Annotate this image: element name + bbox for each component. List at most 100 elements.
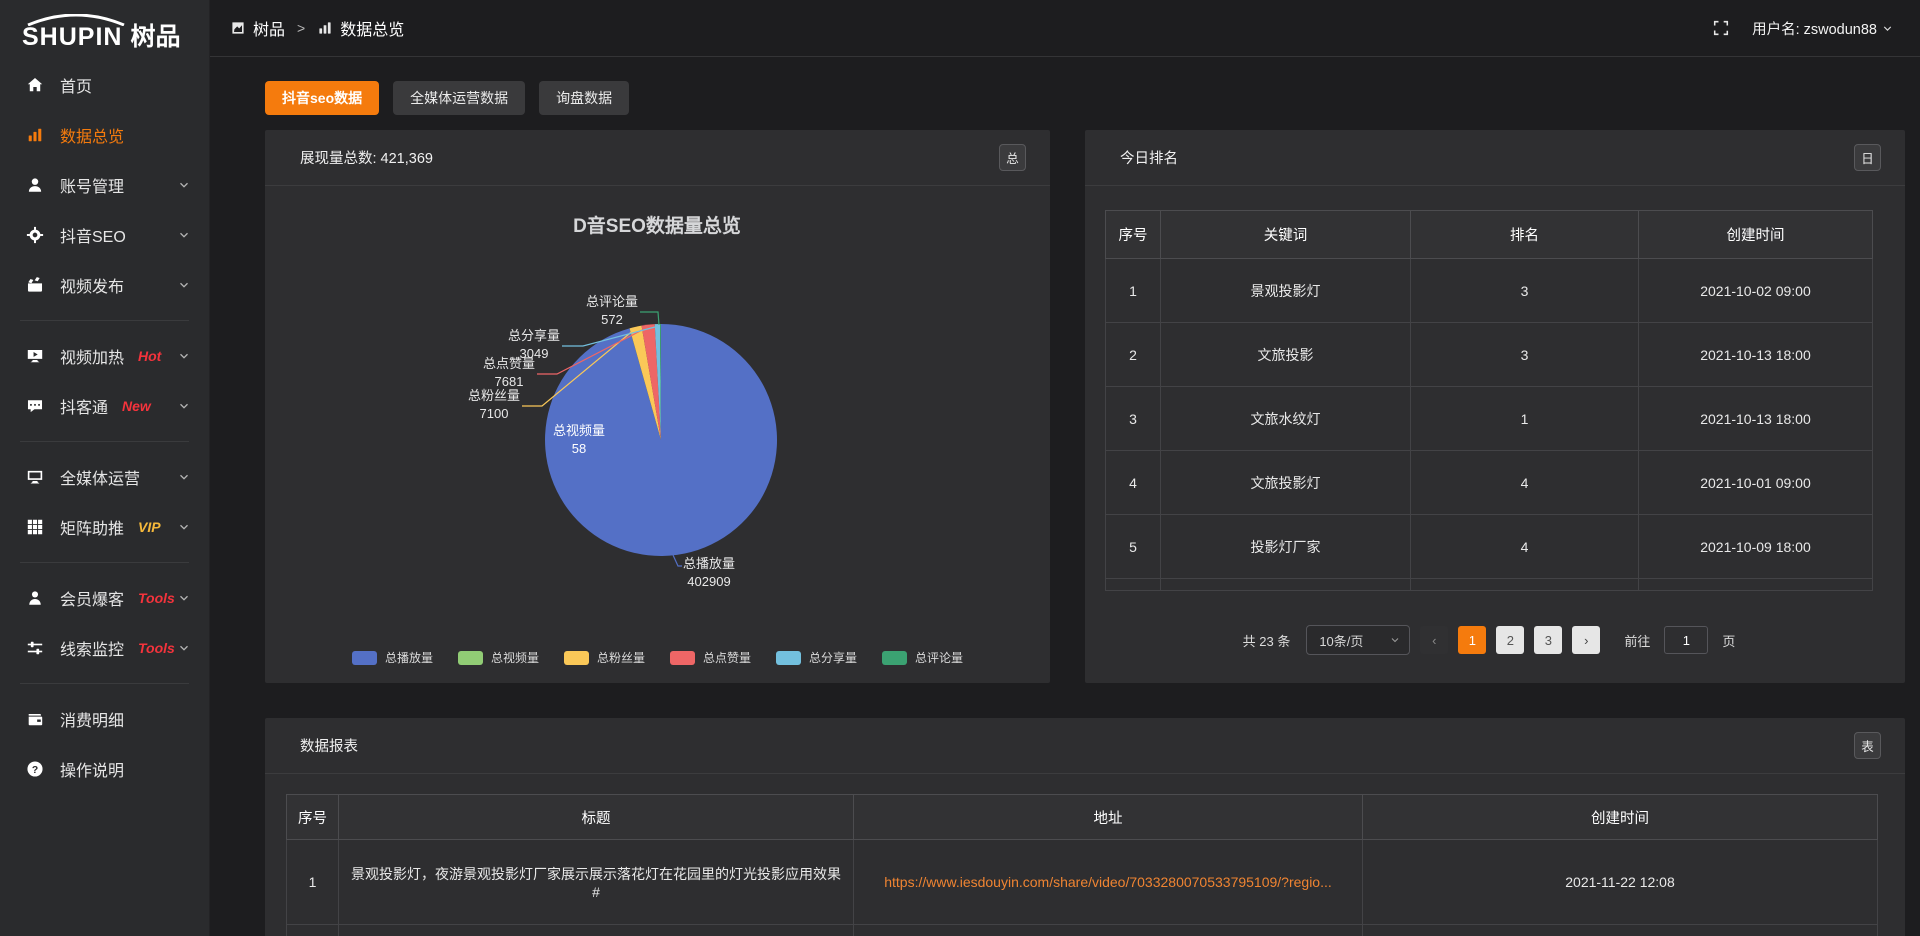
sidebar-item-0[interactable]: 首页 — [0, 60, 209, 110]
sidebar: SHUPIN 树品 首页数据总览账号管理抖音SEO 视频发布视频加热 Hot 抖客通N… — [0, 0, 210, 936]
legend-label: 总评论量 — [915, 649, 963, 666]
sidebar-item-4[interactable]: 视频发布 — [0, 260, 209, 310]
logo-text: SHUPIN — [22, 25, 122, 50]
label-line-总评论量 — [640, 312, 659, 325]
column-header: 创建时间 — [1639, 211, 1873, 259]
table-row: 5投影灯厂家42021-10-09 18:00 — [1106, 515, 1873, 579]
table-cell — [1106, 579, 1161, 591]
wallet-icon — [26, 710, 44, 728]
sidebar-item-6[interactable]: 视频加热 Hot — [0, 331, 209, 381]
table-row-partial — [1106, 579, 1873, 591]
legend-item-总分享量[interactable]: 总分享量 — [776, 649, 857, 666]
impressions-total-label: 展现量总数: 421,369 — [300, 147, 433, 168]
sidebar-item-13[interactable]: 线索监控Tools — [0, 623, 209, 673]
legend-swatch — [776, 651, 801, 665]
legend-item-总评论量[interactable]: 总评论量 — [882, 649, 963, 666]
table-cell: 文旅投影 — [1161, 323, 1411, 387]
report-table-container: 序号标题地址创建时间1景观投影灯，夜游景观投影灯厂家展示展示落花灯在花园里的灯光… — [265, 774, 1905, 936]
sidebar-item-3[interactable]: 抖音SEO — [0, 210, 209, 260]
sidebar-item-9[interactable]: 全媒体运营 — [0, 452, 209, 502]
pagination-goto-input[interactable] — [1664, 626, 1708, 654]
sidebar-item-badge: Hot — [138, 348, 161, 364]
table-row: 2文旅投影32021-10-13 18:00 — [1106, 323, 1873, 387]
sidebar-item-1[interactable]: 数据总览 — [0, 110, 209, 160]
pagination-total: 共 23 条 — [1243, 631, 1291, 650]
legend-label: 总粉丝量 — [597, 649, 645, 666]
table-cell: 5 — [1106, 515, 1161, 579]
breadcrumb-label: 数据总览 — [340, 16, 404, 40]
fullscreen-icon[interactable] — [1712, 19, 1730, 37]
chevron-down-icon — [177, 641, 191, 655]
sidebar-item-7[interactable]: 抖客通New — [0, 381, 209, 431]
table-cell: 1 — [1411, 387, 1639, 451]
legend-item-总点赞量[interactable]: 总点赞量 — [670, 649, 751, 666]
legend-label: 总分享量 — [809, 649, 857, 666]
breadcrumb-label: 树品 — [253, 16, 285, 40]
sidebar-item-10[interactable]: 矩阵助推VIP — [0, 502, 209, 552]
table-cell — [1639, 579, 1873, 591]
breadcrumb-item-1[interactable]: 数据总览 — [317, 16, 404, 40]
legend-item-总播放量[interactable]: 总播放量 — [352, 649, 433, 666]
table-cell — [287, 925, 339, 936]
table-cell — [339, 925, 854, 936]
chevron-down-icon — [177, 228, 191, 242]
pie-chart[interactable]: D音SEO数据量总览总播放量402909总视频量58总粉丝量7100总点赞量76… — [265, 186, 1050, 682]
sidebar-item-12[interactable]: 会员爆客 Tools — [0, 573, 209, 623]
table-cell — [1411, 579, 1639, 591]
table-row: 1景观投影灯32021-10-02 09:00 — [1106, 259, 1873, 323]
sidebar-item-label: 会员爆客 — [60, 586, 124, 610]
table-cell: 2021-10-13 18:00 — [1639, 323, 1873, 387]
table-cell: 4 — [1411, 515, 1639, 579]
report-table-button[interactable]: 表 — [1854, 732, 1881, 759]
sidebar-item-badge: Tools — [138, 590, 175, 606]
pagination-goto-suffix: 页 — [1722, 631, 1735, 650]
tab-0[interactable]: 抖音seo数据 — [265, 81, 379, 115]
sidebar-item-15[interactable]: 消费明细 — [0, 694, 209, 744]
home-icon — [26, 76, 44, 94]
pagination-page-2[interactable]: 2 — [1496, 626, 1524, 654]
pagination-prev-button[interactable]: ‹ — [1420, 626, 1448, 654]
logo: SHUPIN 树品 — [0, 0, 209, 60]
chart-total-button[interactable]: 总 — [999, 144, 1026, 171]
sidebar-item-label: 全媒体运营 — [60, 465, 140, 489]
sidebar-item-label: 视频加热 — [60, 344, 124, 368]
sidebar-item-label: 视频发布 — [60, 273, 124, 297]
pagination-page-3[interactable]: 3 — [1534, 626, 1562, 654]
logo-suffix: 树品 — [130, 25, 180, 50]
table-row: 1景观投影灯，夜游景观投影灯厂家展示展示落花灯在花园里的灯光投影应用效果 #ht… — [287, 840, 1878, 925]
rank-table: 序号关键词排名创建时间1景观投影灯32021-10-02 09:002文旅投影3… — [1105, 210, 1873, 591]
rank-panel: 今日排名 日 序号关键词排名创建时间1景观投影灯32021-10-02 09:0… — [1085, 130, 1905, 683]
sidebar-item-badge: Tools — [138, 640, 175, 656]
page-size-select[interactable]: 10条/页 — [1306, 625, 1410, 655]
sidebar-item-16[interactable]: ?操作说明 — [0, 744, 209, 794]
legend-item-总粉丝量[interactable]: 总粉丝量 — [564, 649, 645, 666]
sidebar-item-label: 矩阵助推 — [60, 515, 124, 539]
column-header: 地址 — [854, 795, 1363, 840]
user-menu[interactable]: 用户名: zswodun88 — [1752, 18, 1894, 39]
table-cell: 2 — [1106, 323, 1161, 387]
tab-2[interactable]: 询盘数据 — [539, 81, 629, 115]
breadcrumb-item-0[interactable]: 树品 — [230, 16, 285, 40]
svg-text:?: ? — [32, 765, 38, 776]
pagination-next-button[interactable]: › — [1572, 626, 1600, 654]
pagination-pages: 123 — [1458, 626, 1562, 654]
column-header: 创建时间 — [1363, 795, 1878, 840]
sidebar-item-label: 抖客通 — [60, 394, 108, 418]
sidebar-item-label: 账号管理 — [60, 173, 124, 197]
pie-label-总粉丝量: 总粉丝量7100 — [468, 388, 520, 421]
legend-item-总视频量[interactable]: 总视频量 — [458, 649, 539, 666]
user-icon — [26, 176, 44, 194]
main-area: 树品>数据总览 用户名: zswodun88 抖音seo数据全媒体运营数据询盘数… — [210, 0, 1920, 936]
app-root: SHUPIN 树品 首页数据总览账号管理抖音SEO视频发布视频加热Hot抖客通N… — [0, 0, 1920, 936]
rank-day-button[interactable]: 日 — [1854, 144, 1881, 171]
bar-chart-icon — [317, 20, 333, 36]
pagination-page-1[interactable]: 1 — [1458, 626, 1486, 654]
chevron-down-icon — [177, 399, 191, 413]
video-link[interactable]: https://www.iesdouyin.com/share/video/70… — [854, 840, 1363, 925]
table-cell: 2021-10-02 09:00 — [1639, 259, 1873, 323]
sidebar-item-2[interactable]: 账号管理 — [0, 160, 209, 210]
column-header: 关键词 — [1161, 211, 1411, 259]
pie-slice-总播放量[interactable] — [545, 324, 777, 556]
chart-panel: 展现量总数: 421,369 总 D音SEO数据量总览总播放量402909总视频… — [265, 130, 1050, 683]
tab-1[interactable]: 全媒体运营数据 — [393, 81, 525, 115]
